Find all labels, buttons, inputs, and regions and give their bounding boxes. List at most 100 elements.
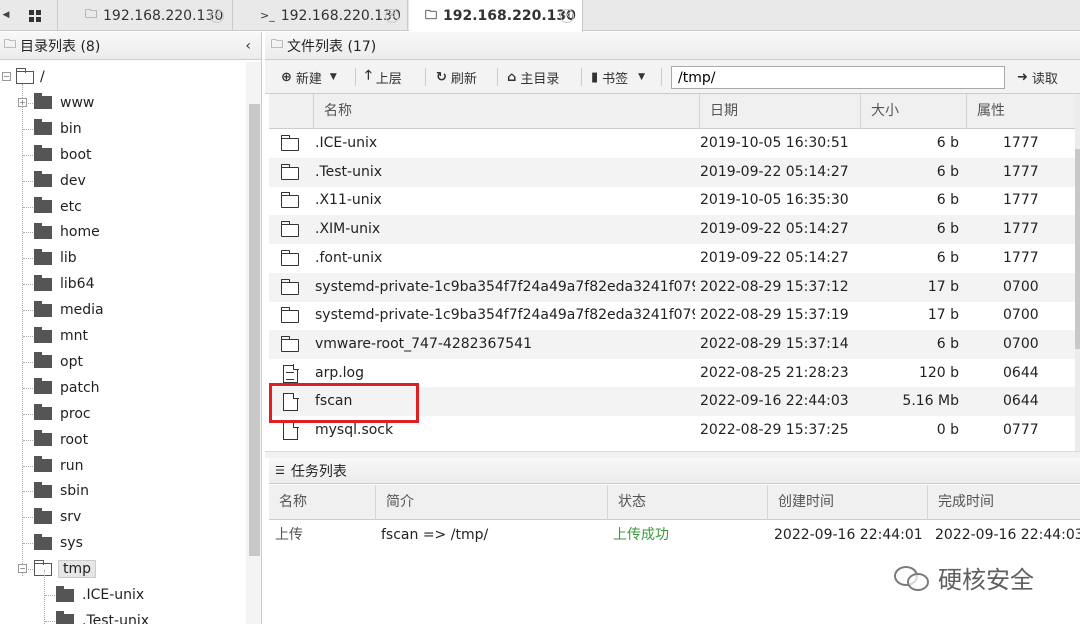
list-icon: ☰ bbox=[275, 464, 285, 477]
tree-node-tmp-child[interactable]: .ICE-unix bbox=[56, 584, 144, 606]
panel-splitter[interactable] bbox=[265, 451, 1080, 458]
collapse-toggle-icon[interactable]: − bbox=[2, 72, 11, 81]
folder-icon bbox=[34, 119, 52, 136]
bookmark-button[interactable]: ▮ 书签 ▼ bbox=[591, 66, 645, 88]
file-row[interactable]: .X11-unix 2019-10-05 16:35:30 6 b 1777 bbox=[269, 186, 1075, 215]
tree-node-root[interactable]: root bbox=[34, 429, 88, 451]
expand-toggle-icon[interactable]: + bbox=[18, 97, 27, 107]
task-column-status[interactable]: 状态 bbox=[607, 485, 767, 520]
file-row[interactable]: systemd-private-1c9ba354f7f24a49a7f82eda… bbox=[269, 301, 1075, 330]
file-name: .font-unix bbox=[315, 249, 383, 266]
tree-node-label: sys bbox=[60, 535, 83, 552]
path-input[interactable] bbox=[671, 66, 1005, 89]
file-name: .XIM-unix bbox=[315, 221, 381, 238]
file-attr: 1777 bbox=[1003, 135, 1039, 151]
tree-node-label: tmp bbox=[58, 560, 97, 579]
column-name[interactable]: 名称 bbox=[313, 94, 699, 129]
tree-node-opt[interactable]: opt bbox=[34, 351, 83, 373]
tab-file-manager-active[interactable]: 🗀 192.168.220.130 ✕ bbox=[409, 0, 583, 32]
tree-node-media[interactable]: media bbox=[34, 299, 104, 321]
home-grid-button[interactable] bbox=[12, 0, 58, 31]
file-panel: 🗀 文件列表 (17) ⊕ 新建 ▼ 🡑 上层 ↻ 刷新 ⌂ 主目录 ▮ 书签 … bbox=[265, 32, 1080, 624]
file-date: 2022-08-29 15:37:19 bbox=[700, 307, 849, 324]
tree-node-lib[interactable]: lib bbox=[34, 247, 77, 269]
file-row[interactable]: .ICE-unix 2019-10-05 16:30:51 6 b 1777 bbox=[269, 129, 1075, 158]
task-panel-header: ☰ 任务列表 bbox=[269, 458, 1080, 484]
read-button[interactable]: ➜ 读取 bbox=[1017, 66, 1058, 88]
folder-icon bbox=[34, 456, 52, 472]
close-icon[interactable]: ✕ bbox=[385, 9, 399, 23]
tree-node-sys[interactable]: sys bbox=[34, 532, 83, 554]
terminal-icon: >_ bbox=[260, 9, 275, 22]
tab-terminal[interactable]: >_ 192.168.220.130 ✕ bbox=[234, 0, 408, 31]
folder-icon bbox=[34, 300, 52, 317]
task-name: 上传 bbox=[275, 527, 303, 543]
task-finished: 2022-09-16 22:44:03 bbox=[935, 527, 1080, 543]
scroll-left-arrow-icon[interactable]: ◀ bbox=[0, 0, 12, 31]
task-column-created[interactable]: 创建时间 bbox=[767, 485, 927, 520]
up-button[interactable]: 🡑 上层 bbox=[365, 66, 402, 88]
folder-icon: 🗀 bbox=[85, 7, 98, 21]
file-row[interactable]: .XIM-unix 2019-09-22 05:14:27 6 b 1777 bbox=[269, 215, 1075, 245]
file-date: 2019-09-22 05:14:27 bbox=[700, 163, 849, 180]
tree-node-boot[interactable]: boot bbox=[34, 144, 92, 166]
task-column-name[interactable]: 名称 bbox=[269, 485, 375, 520]
tree-scrollbar[interactable] bbox=[246, 62, 261, 624]
file-row[interactable]: .font-unix 2019-09-22 05:14:27 6 b 1777 bbox=[269, 244, 1075, 273]
tab-label: 192.168.220.130 bbox=[280, 7, 401, 24]
tree-node-mnt[interactable]: mnt bbox=[34, 325, 88, 347]
refresh-button[interactable]: ↻ 刷新 bbox=[436, 66, 477, 88]
tree-node-run[interactable]: run bbox=[34, 455, 84, 477]
task-panel: ☰ 任务列表 名称 简介 状态 创建时间 完成时间 上传 fscan => /t… bbox=[269, 458, 1080, 624]
column-date[interactable]: 日期 bbox=[699, 94, 860, 129]
tree-node-patch[interactable]: patch bbox=[34, 377, 100, 399]
folder-icon bbox=[34, 93, 52, 110]
file-attr: 1777 bbox=[1003, 221, 1039, 238]
close-icon[interactable]: ✕ bbox=[210, 9, 224, 23]
tree-node-lib64[interactable]: lib64 bbox=[34, 273, 94, 295]
file-row[interactable]: systemd-private-1c9ba354f7f24a49a7f82eda… bbox=[269, 272, 1075, 302]
folder-icon bbox=[56, 611, 74, 624]
task-row[interactable]: 上传 fscan => /tmp/ 上传成功 2022-09-16 22:44:… bbox=[269, 520, 1080, 551]
column-size[interactable]: 大小 bbox=[860, 94, 966, 129]
tree-node-root[interactable]: − / bbox=[2, 66, 45, 88]
tree-node-label: boot bbox=[60, 146, 92, 163]
tree-node-home[interactable]: home bbox=[34, 221, 100, 243]
folder-icon bbox=[56, 585, 74, 602]
file-scrollbar[interactable] bbox=[1075, 94, 1080, 451]
task-column-finished[interactable]: 完成时间 bbox=[927, 485, 1080, 520]
folder-icon: 🗀 bbox=[271, 37, 284, 51]
file-date: 2022-08-25 21:28:23 bbox=[700, 364, 849, 381]
home-dir-button[interactable]: ⌂ 主目录 bbox=[507, 66, 559, 88]
tree-node-etc[interactable]: etc bbox=[34, 196, 82, 218]
tab-label: 192.168.220.130 bbox=[443, 8, 576, 24]
collapse-icon[interactable]: ‹ bbox=[245, 38, 251, 54]
task-column-desc[interactable]: 简介 bbox=[375, 485, 607, 520]
new-button[interactable]: ⊕ 新建 ▼ bbox=[281, 66, 337, 88]
watermark: 硬核安全 bbox=[894, 560, 1034, 595]
folder-icon: 🗀 bbox=[425, 7, 438, 22]
tree-node-dev[interactable]: dev bbox=[34, 170, 86, 192]
file-row[interactable]: vmware-root_747-4282367541 2022-08-29 15:… bbox=[269, 329, 1075, 359]
bookmark-label: 书签 bbox=[602, 71, 629, 87]
tree-node-www[interactable]: + www bbox=[18, 92, 94, 114]
tree-node-label: bin bbox=[60, 120, 82, 137]
tree-node-proc[interactable]: proc bbox=[34, 403, 91, 425]
tab-file-manager-1[interactable]: 🗀 192.168.220.130 ✕ bbox=[59, 0, 233, 31]
file-name: vmware-root_747-4282367541 bbox=[315, 335, 532, 352]
file-row[interactable]: .Test-unix 2019-09-22 05:14:27 6 b 1777 bbox=[269, 157, 1075, 187]
arrow-right-icon: ➜ bbox=[1017, 69, 1028, 85]
column-attr[interactable]: 属性 bbox=[966, 94, 1075, 129]
file-attr: 1777 bbox=[1003, 192, 1039, 209]
tree-node-bin[interactable]: bin bbox=[34, 118, 82, 140]
tree-node-tmp-child[interactable]: .Test-unix bbox=[56, 610, 149, 624]
directory-tree: − / + www bin boot dev etc home lib lib64 media mnt o… bbox=[0, 62, 246, 624]
tree-node-srv[interactable]: srv bbox=[34, 506, 81, 528]
close-icon[interactable]: ✕ bbox=[560, 9, 574, 23]
task-desc: fscan => /tmp/ bbox=[381, 527, 489, 543]
wechat-logo-icon bbox=[894, 564, 930, 592]
tree-node-sbin[interactable]: sbin bbox=[34, 480, 89, 502]
file-name: systemd-private-1c9ba354f7f24a49a7f82eda… bbox=[315, 307, 695, 324]
collapse-toggle-icon[interactable]: − bbox=[18, 564, 27, 574]
folder-icon bbox=[280, 135, 299, 151]
